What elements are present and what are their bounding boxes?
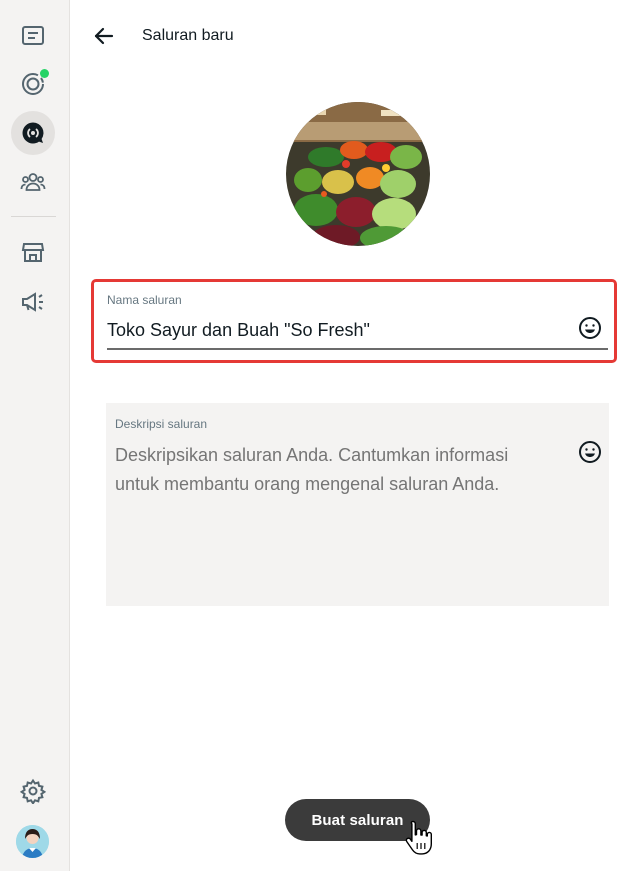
sidebar-item-settings[interactable] (11, 769, 55, 813)
arrow-left-icon (94, 27, 114, 45)
sidebar-item-store[interactable] (11, 230, 55, 274)
sidebar-item-announcements[interactable] (11, 280, 55, 324)
page-header: Saluran baru (70, 0, 634, 72)
page-title: Saluran baru (142, 27, 234, 44)
chats-icon (22, 26, 44, 45)
channels-icon (22, 122, 44, 144)
sidebar (0, 0, 70, 871)
store-icon (21, 243, 45, 262)
avatar-icon (16, 825, 49, 858)
smiley-icon (579, 441, 601, 463)
sidebar-item-chats[interactable] (11, 14, 55, 58)
channel-name-label: Nama saluran (107, 293, 182, 307)
profile-avatar[interactable] (16, 825, 49, 858)
vegetable-market-image (286, 102, 430, 246)
channel-description-field[interactable]: Deskripsi saluran Deskripsikan saluran A… (106, 403, 609, 606)
status-unread-dot (40, 69, 49, 78)
sidebar-item-status[interactable] (11, 62, 55, 106)
channel-description-input[interactable]: Deskripsikan saluran Anda. Cantumkan inf… (115, 441, 555, 499)
channel-description-label: Deskripsi saluran (115, 417, 208, 431)
channel-name-field[interactable]: Nama saluran Toko Sayur dan Buah "So Fre… (91, 279, 617, 363)
sidebar-item-communities[interactable] (11, 160, 55, 204)
sidebar-item-channels[interactable] (11, 111, 55, 155)
name-emoji-button[interactable] (577, 315, 603, 341)
communities-icon (20, 173, 46, 191)
channel-name-underline (107, 348, 608, 350)
sidebar-divider (11, 216, 56, 217)
smiley-icon (579, 317, 601, 339)
settings-icon (20, 778, 46, 804)
channel-name-input[interactable]: Toko Sayur dan Buah "So Fresh" (107, 320, 370, 341)
back-button[interactable] (90, 22, 118, 50)
megaphone-icon (22, 292, 43, 312)
channel-photo[interactable] (286, 102, 430, 246)
hand-cursor-icon (405, 820, 432, 855)
description-emoji-button[interactable] (577, 439, 603, 465)
